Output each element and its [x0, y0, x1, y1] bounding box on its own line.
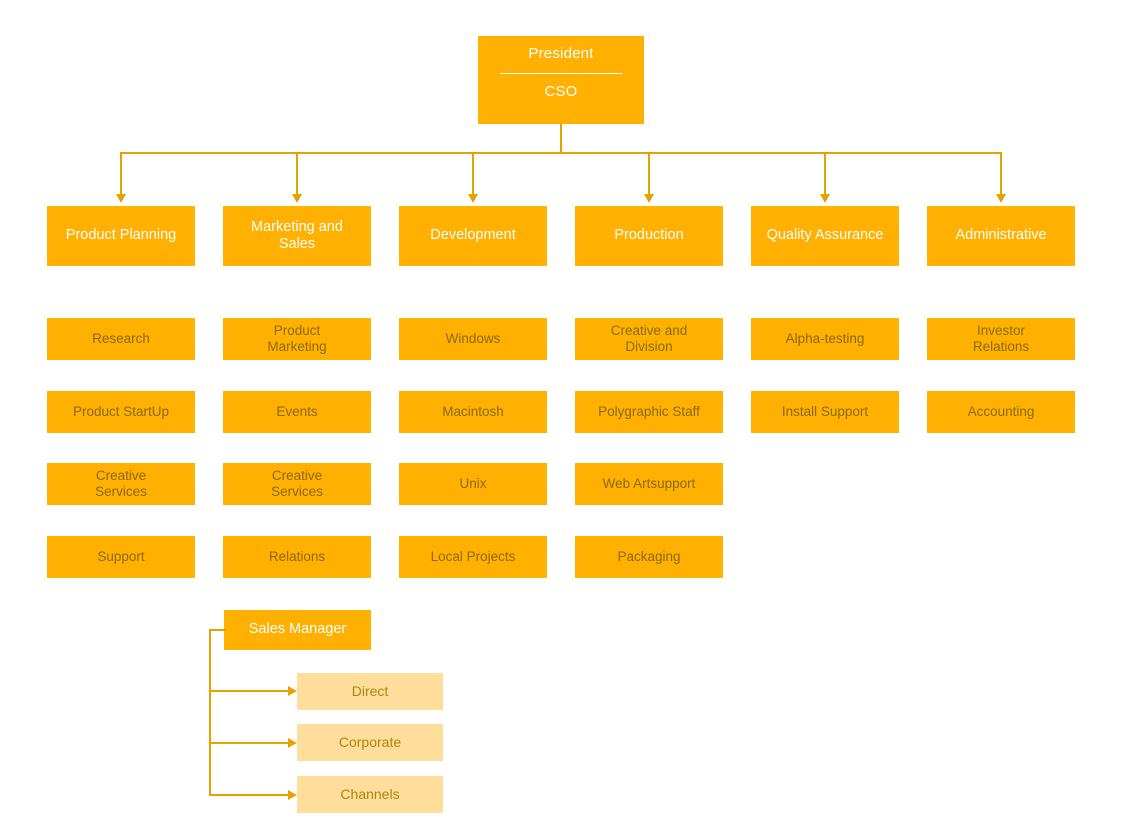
node-unit-product-marketing[interactable]: Product Marketing: [223, 318, 371, 360]
connector-branch-direct: [209, 690, 288, 692]
node-department-administrative[interactable]: Administrative: [927, 206, 1075, 266]
connector-root-stem: [560, 124, 562, 152]
node-president-cso[interactable]: President CSO: [478, 36, 644, 124]
unit-label: Creative and Division: [610, 323, 688, 354]
department-label: Product Planning: [65, 227, 177, 244]
node-unit-creative-services-marketing[interactable]: Creative Services: [223, 463, 371, 505]
node-channel-corporate[interactable]: Corporate: [297, 724, 443, 761]
unit-label: Alpha-testing: [785, 331, 865, 347]
node-unit-relations[interactable]: Relations: [223, 536, 371, 578]
arrow-corporate: [288, 738, 297, 748]
unit-label: Creative Services: [95, 468, 147, 499]
unit-label: Product StartUp: [72, 404, 170, 420]
president-divider: [499, 72, 623, 74]
node-unit-research[interactable]: Research: [47, 318, 195, 360]
department-label: Development: [430, 227, 516, 244]
connector-sales-trunk: [209, 629, 211, 796]
unit-label: Research: [92, 331, 150, 347]
unit-label: Accounting: [967, 404, 1035, 420]
arrow-quality-assurance: [820, 194, 830, 203]
connector-drop-administrative: [1000, 152, 1002, 194]
unit-label: Support: [97, 549, 145, 565]
unit-label: Macintosh: [442, 404, 504, 420]
channel-label: Direct: [351, 683, 389, 700]
node-department-production[interactable]: Production: [575, 206, 723, 266]
connector-drop-quality-assurance: [824, 152, 826, 194]
arrow-marketing-and-sales: [292, 194, 302, 203]
department-label: Production: [614, 227, 684, 244]
node-unit-accounting[interactable]: Accounting: [927, 391, 1075, 433]
node-unit-windows[interactable]: Windows: [399, 318, 547, 360]
node-unit-polygraphic-staff[interactable]: Polygraphic Staff: [575, 391, 723, 433]
cso-title: CSO: [544, 82, 578, 100]
unit-label: Windows: [445, 331, 501, 347]
department-label: Marketing and Sales: [251, 218, 343, 252]
node-department-marketing-and-sales[interactable]: Marketing and Sales: [223, 206, 371, 266]
department-label: Quality Assurance: [766, 227, 884, 244]
unit-label: Investor Relations: [972, 323, 1030, 354]
connector-department-bus: [120, 152, 1002, 154]
connector-drop-product-planning: [120, 152, 122, 194]
unit-label: Relations: [268, 549, 326, 565]
unit-label: Local Projects: [430, 549, 516, 565]
node-unit-support[interactable]: Support: [47, 536, 195, 578]
node-unit-creative-and-division[interactable]: Creative and Division: [575, 318, 723, 360]
connector-branch-corporate: [209, 742, 288, 744]
sales-manager-label: Sales Manager: [248, 621, 347, 638]
node-unit-creative-services-planning[interactable]: Creative Services: [47, 463, 195, 505]
connector-drop-production: [648, 152, 650, 194]
channel-label: Channels: [340, 786, 400, 803]
node-unit-install-support[interactable]: Install Support: [751, 391, 899, 433]
department-label: Administrative: [955, 227, 1047, 244]
channel-label: Corporate: [338, 734, 402, 751]
arrow-channels: [288, 790, 297, 800]
arrow-direct: [288, 686, 297, 696]
node-sales-manager[interactable]: Sales Manager: [224, 610, 371, 650]
arrow-product-planning: [116, 194, 126, 203]
connector-drop-development: [472, 152, 474, 194]
unit-label: Events: [276, 404, 318, 420]
node-channel-channels[interactable]: Channels: [297, 776, 443, 813]
unit-label: Install Support: [781, 404, 869, 420]
president-title: President: [528, 45, 594, 62]
node-unit-local-projects[interactable]: Local Projects: [399, 536, 547, 578]
node-unit-alpha-testing[interactable]: Alpha-testing: [751, 318, 899, 360]
connector-branch-channels: [209, 794, 288, 796]
connector-sales-manager-stub: [209, 629, 226, 631]
arrow-development: [468, 194, 478, 203]
unit-label: Packaging: [617, 549, 681, 565]
unit-label: Creative Services: [271, 468, 323, 499]
arrow-administrative: [996, 194, 1006, 203]
connector-drop-marketing-and-sales: [296, 152, 298, 194]
org-chart-canvas: President CSO Product Planning Marketing…: [0, 0, 1122, 826]
node-unit-product-startup[interactable]: Product StartUp: [47, 391, 195, 433]
arrow-production: [644, 194, 654, 203]
node-channel-direct[interactable]: Direct: [297, 673, 443, 710]
node-unit-events[interactable]: Events: [223, 391, 371, 433]
node-unit-unix[interactable]: Unix: [399, 463, 547, 505]
node-unit-packaging[interactable]: Packaging: [575, 536, 723, 578]
node-department-product-planning[interactable]: Product Planning: [47, 206, 195, 266]
node-unit-macintosh[interactable]: Macintosh: [399, 391, 547, 433]
unit-label: Polygraphic Staff: [598, 404, 700, 420]
node-department-development[interactable]: Development: [399, 206, 547, 266]
node-department-quality-assurance[interactable]: Quality Assurance: [751, 206, 899, 266]
unit-label: Web Artsupport: [602, 476, 696, 492]
node-unit-investor-relations[interactable]: Investor Relations: [927, 318, 1075, 360]
unit-label: Product Marketing: [267, 323, 327, 354]
unit-label: Unix: [459, 476, 487, 492]
node-unit-web-artsupport[interactable]: Web Artsupport: [575, 463, 723, 505]
